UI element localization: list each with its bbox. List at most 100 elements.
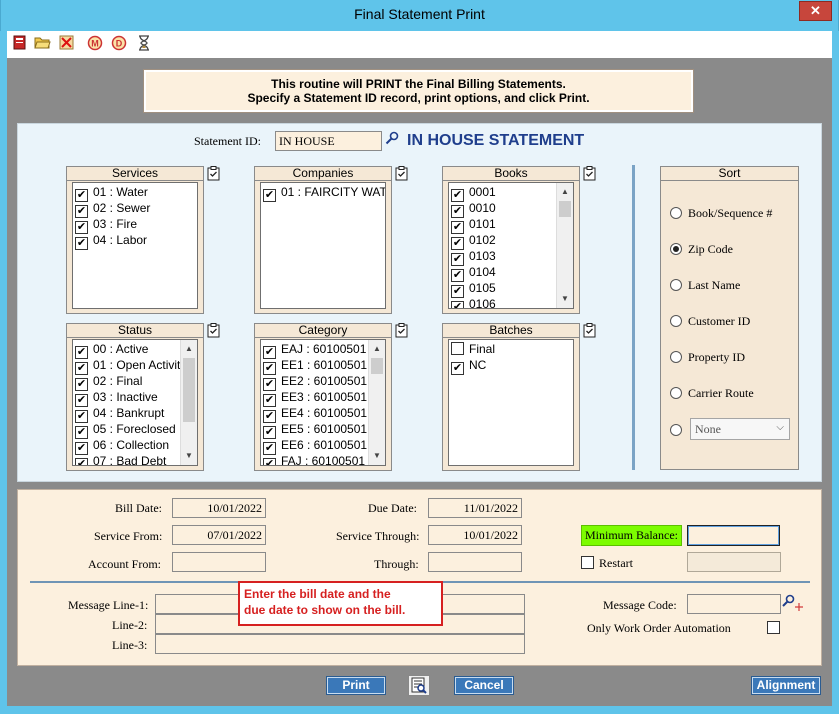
open-folder-icon[interactable] [34, 35, 51, 52]
status-scrollbar[interactable]: ▲ ▼ [180, 340, 197, 465]
list-item[interactable]: ✔ EE1 : 60100501 [263, 357, 367, 375]
message-code-input[interactable] [687, 594, 781, 614]
bill-date-input[interactable]: 10/01/2022 [172, 498, 266, 518]
radio-button-selected[interactable] [670, 243, 682, 255]
sort-option-carrier-route[interactable]: Carrier Route [670, 386, 754, 401]
work-order-checkbox[interactable] [767, 621, 780, 635]
scroll-up-icon[interactable]: ▲ [557, 184, 573, 200]
companies-list[interactable]: ✔ 01 : FAIRCITY WAT [260, 182, 386, 309]
radio-button[interactable] [670, 351, 682, 363]
list-item[interactable]: ✔ 01 : FAIRCITY WAT [263, 184, 385, 202]
scroll-down-icon[interactable]: ▼ [557, 291, 573, 307]
list-item[interactable]: ✔ FAJ : 60100501 [263, 453, 365, 465]
clipboard-icon[interactable] [583, 166, 596, 181]
print-icon[interactable] [11, 35, 28, 52]
radio-button[interactable] [670, 279, 682, 291]
checkbox-unchecked[interactable] [451, 342, 464, 355]
scroll-up-icon[interactable]: ▲ [181, 341, 197, 357]
list-item[interactable]: ✔ 0101 [451, 216, 496, 234]
scroll-down-icon[interactable]: ▼ [369, 448, 385, 464]
list-item[interactable]: ✔ 0102 [451, 232, 496, 250]
message-code-lookup-icon[interactable] [782, 594, 804, 612]
list-item[interactable]: ✔ 03 : Fire [75, 216, 137, 234]
list-item[interactable]: ✔ 04 : Bankrupt [75, 405, 164, 423]
alignment-button[interactable]: Alignment [752, 677, 820, 694]
list-item[interactable]: ✔ EE4 : 60100501 [263, 405, 367, 423]
service-through-input[interactable]: 10/01/2022 [428, 525, 522, 545]
due-date-input[interactable]: 11/01/2022 [428, 498, 522, 518]
clipboard-icon[interactable] [395, 166, 408, 181]
category-scrollbar[interactable]: ▲ ▼ [368, 340, 385, 465]
list-item[interactable]: ✔ EE6 : 60100501 [263, 437, 367, 455]
list-item[interactable]: ✔ 06 : Collection [75, 437, 169, 455]
list-item[interactable]: ✔ NC [451, 357, 486, 375]
sort-option-property-id[interactable]: Property ID [670, 350, 745, 365]
radio-button[interactable] [670, 387, 682, 399]
list-item[interactable]: ✔ 04 : Labor [75, 232, 147, 250]
sort-option-zip[interactable]: Zip Code [670, 242, 733, 257]
print-preview-icon[interactable] [408, 675, 430, 696]
list-item[interactable]: ✔ 0105 [451, 280, 496, 298]
statement-id-input[interactable]: IN HOUSE [275, 131, 382, 151]
radio-button[interactable] [670, 207, 682, 219]
services-list[interactable]: ✔ 01 : Water ✔ 02 : Sewer ✔ 03 : Fire ✔ 04 :… [72, 182, 198, 309]
checkbox-checked[interactable]: ✔ [263, 189, 276, 202]
list-item[interactable]: ✔ 05 : Foreclosed [75, 421, 176, 439]
scroll-up-icon[interactable]: ▲ [369, 341, 385, 357]
sort-option-custom[interactable] [670, 423, 688, 437]
list-item[interactable]: ✔ 0001 [451, 184, 496, 202]
list-item[interactable]: ✔ 00 : Active [75, 341, 148, 359]
list-item[interactable]: ✔ EAJ : 60100501 [263, 341, 366, 359]
scroll-down-icon[interactable]: ▼ [181, 448, 197, 464]
clipboard-icon[interactable] [207, 323, 220, 338]
list-item[interactable]: Final [451, 341, 495, 357]
list-item[interactable]: ✔ EE3 : 60100501 [263, 389, 367, 407]
cancel-button[interactable]: Cancel [455, 677, 513, 694]
lookup-icon[interactable] [385, 131, 399, 145]
d-circle-icon[interactable]: D [110, 35, 127, 52]
category-list[interactable]: ✔ EAJ : 60100501 ✔ EE1 : 60100501 ✔ EE2 : 6… [260, 339, 386, 466]
list-item[interactable]: ✔ 02 : Final [75, 373, 142, 391]
scroll-thumb[interactable] [371, 358, 383, 374]
restart-option[interactable]: Restart [581, 556, 633, 571]
clipboard-icon[interactable] [207, 166, 220, 181]
clipboard-icon[interactable] [395, 323, 408, 338]
delete-icon[interactable] [58, 35, 75, 52]
scroll-thumb[interactable] [559, 201, 571, 217]
list-item[interactable]: ✔ 03 : Inactive [75, 389, 158, 407]
account-from-input[interactable] [172, 552, 266, 572]
hourglass-icon[interactable] [135, 35, 152, 52]
list-item[interactable]: ✔ 0010 [451, 200, 496, 218]
print-button[interactable]: Print [327, 677, 385, 694]
radio-button[interactable] [670, 424, 682, 436]
list-item[interactable]: ✔ 0103 [451, 248, 496, 266]
checkbox-checked[interactable]: ✔ [263, 458, 276, 465]
sort-option-book[interactable]: Book/Sequence # [670, 206, 772, 221]
radio-button[interactable] [670, 315, 682, 327]
books-list[interactable]: ✔ 0001 ✔ 0010 ✔ 0101 ✔ 0102 ✔ 0103 ✔ 0104 ✔ 010… [448, 182, 574, 309]
batches-list[interactable]: Final ✔ NC [448, 339, 574, 466]
through-input[interactable] [428, 552, 522, 572]
clipboard-icon[interactable] [583, 323, 596, 338]
status-list[interactable]: ✔ 00 : Active ✔ 01 : Open Activit ✔ 02 : Fi… [72, 339, 198, 466]
list-item[interactable]: ✔ 02 : Sewer [75, 200, 150, 218]
sort-option-last-name[interactable]: Last Name [670, 278, 740, 293]
checkbox-checked[interactable]: ✔ [75, 458, 88, 465]
list-item[interactable]: ✔ 01 : Open Activit [75, 357, 180, 375]
checkbox-checked[interactable]: ✔ [75, 237, 88, 250]
sort-option-customer-id[interactable]: Customer ID [670, 314, 750, 329]
restart-checkbox[interactable] [581, 556, 594, 569]
close-button[interactable]: ✕ [799, 1, 832, 21]
sort-select[interactable]: None ⌵ [690, 418, 790, 440]
minimum-balance-input[interactable] [687, 525, 780, 546]
restart-input[interactable] [687, 552, 781, 572]
list-item[interactable]: ✔ 01 : Water [75, 184, 148, 202]
list-item[interactable]: ✔ EE5 : 60100501 [263, 421, 367, 439]
checkbox-unchecked[interactable] [767, 621, 780, 634]
checkbox-checked[interactable]: ✔ [451, 301, 464, 308]
list-item[interactable]: ✔ 07 : Bad Debt [75, 453, 166, 465]
list-item[interactable]: ✔ 0104 [451, 264, 496, 282]
checkbox-checked[interactable]: ✔ [451, 362, 464, 375]
list-item[interactable]: ✔ EE2 : 60100501 [263, 373, 367, 391]
scroll-thumb[interactable] [183, 358, 195, 422]
